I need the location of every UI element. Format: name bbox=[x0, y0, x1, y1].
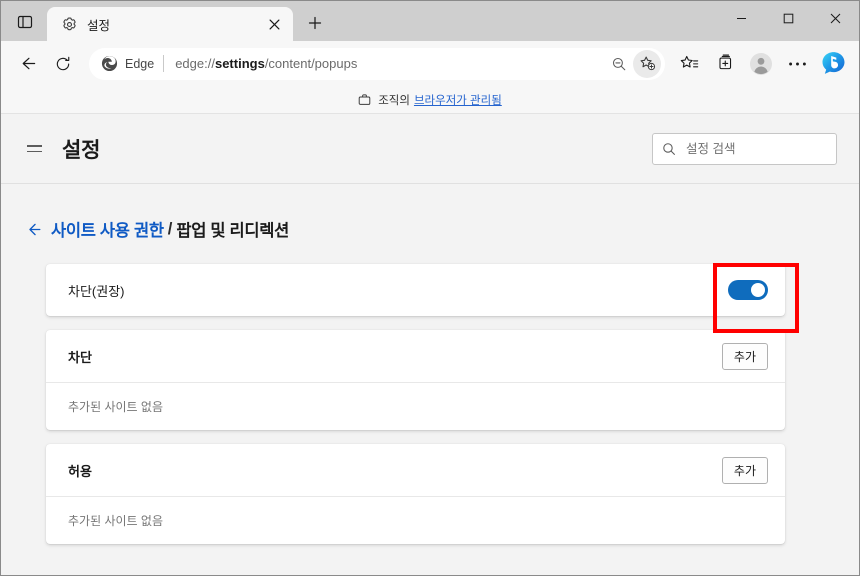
allowed-empty-text: 추가된 사이트 없음 bbox=[68, 514, 163, 528]
add-allowed-site-button[interactable]: 추가 bbox=[721, 456, 768, 484]
blocked-empty-text: 추가된 사이트 없음 bbox=[68, 400, 163, 414]
settings-search-box[interactable] bbox=[652, 132, 837, 165]
more-options-icon bbox=[788, 61, 807, 67]
block-toggle-label: 차단(권장) bbox=[68, 283, 125, 299]
browser-window: 설정 Edge edge://settings/content/popups 조… bbox=[0, 0, 860, 576]
plus-icon bbox=[308, 16, 322, 30]
allowed-sites-card: 허용 추가 추가된 사이트 없음 bbox=[46, 444, 785, 544]
browser-tab-settings[interactable]: 설정 bbox=[47, 7, 293, 41]
breadcrumb-back-button[interactable] bbox=[21, 216, 47, 242]
maximize-icon bbox=[783, 13, 794, 24]
breadcrumb-parent-link[interactable]: 사이트 사용 권한 bbox=[51, 217, 164, 241]
profile-icon bbox=[749, 52, 773, 76]
blocked-sites-card: 차단 추가 추가된 사이트 없음 bbox=[46, 330, 785, 430]
search-icon bbox=[662, 142, 676, 156]
browser-toolbar: Edge edge://settings/content/popups bbox=[1, 41, 859, 86]
more-options-button[interactable] bbox=[780, 47, 814, 81]
edge-logo-icon bbox=[101, 55, 118, 72]
page-title: 설정 bbox=[62, 138, 101, 162]
close-window-button[interactable] bbox=[812, 1, 859, 35]
minimize-button[interactable] bbox=[718, 1, 765, 35]
omnibox-divider bbox=[163, 55, 165, 72]
copilot-button[interactable] bbox=[816, 47, 850, 81]
blocked-header-row: 차단 추가 bbox=[46, 330, 785, 382]
address-bar[interactable]: Edge edge://settings/content/popups bbox=[89, 47, 665, 80]
close-icon bbox=[830, 13, 841, 24]
maximize-button[interactable] bbox=[765, 1, 812, 35]
close-icon[interactable] bbox=[263, 13, 285, 35]
search-input[interactable] bbox=[686, 141, 827, 156]
collections-button[interactable] bbox=[708, 47, 742, 81]
enterprise-banner-text: 조직의 bbox=[378, 94, 410, 107]
add-blocked-site-button[interactable]: 추가 bbox=[721, 342, 768, 370]
breadcrumb: 사이트 사용 권한 / 팝업 및 리디렉션 bbox=[1, 184, 859, 242]
edge-brand-label: Edge bbox=[125, 56, 155, 71]
tab-title: 설정 bbox=[87, 18, 111, 33]
url-bold: settings bbox=[214, 56, 265, 71]
settings-header: 설정 bbox=[1, 114, 859, 184]
url-text: edge://settings/content/popups bbox=[175, 56, 605, 71]
collections-icon bbox=[716, 54, 735, 73]
minimize-icon bbox=[736, 13, 747, 24]
profile-button[interactable] bbox=[744, 47, 778, 81]
refresh-icon bbox=[54, 55, 72, 73]
breadcrumb-current: 팝업 및 리디렉션 bbox=[176, 222, 290, 240]
block-popups-toggle[interactable] bbox=[728, 280, 768, 300]
settings-page: 설정 사이트 사용 권한 / 팝업 및 리디렉션 bbox=[1, 114, 859, 575]
breadcrumb-separator: / bbox=[167, 219, 173, 238]
add-favorite-icon[interactable] bbox=[633, 49, 661, 78]
zoom-out-icon[interactable] bbox=[605, 50, 633, 78]
briefcase-icon bbox=[358, 93, 371, 106]
window-caption-buttons bbox=[718, 1, 859, 35]
block-toggle-card: 차단(권장) bbox=[46, 264, 785, 316]
block-toggle-row: 차단(권장) bbox=[46, 264, 785, 316]
edge-brand-chip: Edge bbox=[101, 55, 163, 72]
bing-copilot-icon bbox=[820, 50, 847, 77]
tab-actions-button[interactable] bbox=[7, 5, 43, 39]
back-button[interactable] bbox=[10, 47, 44, 81]
refresh-button[interactable] bbox=[46, 47, 80, 81]
new-tab-button[interactable] bbox=[299, 8, 331, 38]
toggle-knob bbox=[751, 283, 765, 297]
gear-icon bbox=[61, 16, 78, 33]
favorites-button[interactable] bbox=[672, 47, 706, 81]
favorites-icon bbox=[680, 54, 699, 73]
tab-strip: 설정 bbox=[1, 1, 859, 41]
url-prefix: edge:// bbox=[175, 56, 215, 71]
allowed-header-row: 허용 추가 bbox=[46, 444, 785, 496]
settings-cards: 차단(권장) 차단 추가 추가된 사이트 없음 허용 추가 추가된 사이트 없음 bbox=[1, 242, 859, 544]
blocked-section-title: 차단 bbox=[68, 349, 92, 365]
enterprise-managed-banner: 조직의 브라우저가 관리됨 bbox=[1, 86, 859, 114]
enterprise-banner-link[interactable]: 브라우저가 관리됨 bbox=[414, 92, 502, 108]
hamburger-icon[interactable] bbox=[19, 134, 49, 164]
sidebar-panel-icon bbox=[17, 14, 33, 30]
allowed-section-title: 허용 bbox=[68, 463, 92, 479]
url-suffix: /content/popups bbox=[264, 56, 358, 71]
back-arrow-icon bbox=[18, 54, 37, 73]
